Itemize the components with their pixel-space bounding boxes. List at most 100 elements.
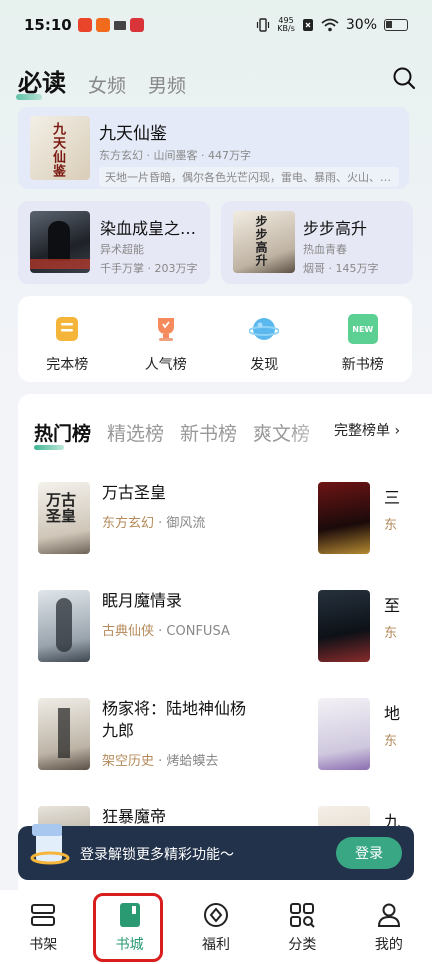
quick-link-finished[interactable]: 完本榜 [22, 296, 112, 382]
book-genre: 古典仙侠 [102, 624, 155, 639]
book-meta: 烟哥 · 145万字 [303, 262, 379, 275]
book-title: 步步高升 [303, 219, 368, 238]
rank-tabs: 热门榜 精选榜 新书榜 爽文榜 [34, 416, 326, 450]
book-meta: 千手万掌 · 203万字 [100, 262, 198, 275]
chevron-right-icon: › [394, 423, 401, 439]
nav-label: 福利 [202, 937, 231, 953]
quick-link-label: 新书榜 [341, 357, 384, 373]
book-title: 万古圣皇 [102, 483, 167, 502]
nav-profile[interactable]: 我的 [346, 890, 432, 964]
cover-title: 步步高升 [254, 215, 268, 267]
book-cover[interactable] [318, 590, 370, 662]
login-prompt: 登录解锁更多精彩功能～ [80, 847, 234, 863]
sim-icon [302, 19, 313, 31]
quick-link-label: 完本榜 [46, 357, 89, 373]
net-speed: 495 KB/s [277, 17, 295, 33]
bookshelf-icon [31, 904, 56, 926]
rank-book-item[interactable]: 万古 圣皇 万古圣皇 东方玄幻 · 御风流 [38, 482, 298, 562]
book-meta: 架空历史 · 烤蛤蟆去 [102, 754, 219, 769]
full-rank-label: 完整榜单 [334, 423, 390, 439]
book-cover: 步步高升 [233, 211, 295, 273]
book-author: CONFUSA [166, 624, 230, 639]
book-title: 染血成皇之… [100, 219, 197, 238]
quick-links: 完本榜 人气榜 发现 NEW 新书榜 [18, 296, 412, 382]
book-meta: 东方玄幻 · 山间墨客 · 447万字 [99, 149, 251, 162]
new-badge-icon: NEW [347, 314, 378, 344]
welfare-icon [204, 903, 229, 927]
mini-book-card[interactable]: 染血成皇之… 异术超能 千手万掌 · 203万字 [18, 201, 210, 284]
tab-new-rank[interactable]: 新书榜 [180, 419, 237, 446]
login-banner[interactable]: 登录解锁更多精彩功能～ 登录 [18, 824, 414, 880]
book-cover [30, 211, 90, 273]
status-time: 15:10 [24, 16, 72, 34]
book-genre: 架空历史 [102, 754, 155, 769]
category-icon [290, 903, 316, 928]
tab-female[interactable]: 女频 [88, 71, 126, 98]
book-cover[interactable] [318, 482, 370, 554]
status-right: 495 KB/s 30% [256, 17, 408, 33]
quick-link-discover[interactable]: 发现 [219, 296, 309, 382]
nav-label: 分类 [288, 937, 317, 953]
book-genre: 东 [384, 626, 398, 641]
book-title: 眠月魔情录 [102, 591, 183, 610]
nav-label: 书架 [29, 937, 58, 953]
tab-hot-rank[interactable]: 热门榜 [34, 419, 91, 450]
crown-icon [113, 20, 126, 30]
book-meta: 古典仙侠 · CONFUSA [102, 624, 230, 639]
battery-icon [384, 19, 408, 31]
tab-male[interactable]: 男频 [148, 71, 186, 98]
highlight-box [93, 893, 163, 962]
search-icon[interactable] [392, 66, 416, 90]
book-genre: 异术超能 [100, 243, 144, 256]
book-genre: 热血青春 [303, 243, 347, 256]
nav-welfare[interactable]: 福利 [173, 890, 259, 964]
book-title: 杨家将：陆地神仙杨九郎 [102, 699, 247, 740]
tab-selected-rank[interactable]: 精选榜 [107, 419, 164, 446]
book-genre: 东方玄幻 [102, 516, 155, 531]
wifi-icon [321, 18, 339, 32]
login-button[interactable]: 登录 [336, 837, 402, 869]
cover-title: 九天仙鉴 [50, 122, 65, 178]
quick-link-new-books[interactable]: NEW 新书榜 [318, 296, 408, 382]
nav-bookshelf[interactable]: 书架 [0, 890, 86, 964]
book-meta: 东方玄幻 · 御风流 [102, 516, 206, 531]
full-rank-link[interactable]: 完整榜单 › [332, 420, 401, 440]
nav-label: 我的 [374, 937, 403, 953]
app-notification-icon [95, 18, 110, 32]
finished-list-icon [56, 317, 79, 341]
book-genre: 东 [384, 518, 398, 533]
status-bar: 15:10 495 KB/s 30% [0, 0, 432, 50]
book-cover[interactable] [318, 698, 370, 770]
book-description: 天地一片昏暗，偶尔各色光芒闪现，雷电、暴雨、火山、沙漠…… [99, 167, 399, 187]
rank-book-item[interactable]: 眠月魔情录 古典仙侠 · CONFUSA [38, 590, 298, 670]
quick-link-popular[interactable]: 人气榜 [121, 296, 211, 382]
book-author: 烤蛤蟆去 [166, 754, 219, 769]
book-cover [38, 698, 90, 770]
gift-box-icon [30, 824, 70, 865]
battery-percent: 30% [345, 17, 377, 33]
bottom-nav: 书架 书城 福利 分类 我的 [0, 890, 432, 964]
app-notification-icon [77, 18, 92, 32]
featured-book-card[interactable]: 九天仙鉴 九天仙鉴 东方玄幻 · 山间墨客 · 447万字 天地一片昏暗，偶尔各… [18, 107, 409, 189]
book-cover: 九天仙鉴 [30, 116, 90, 180]
mini-book-card[interactable]: 步步高升 步步高升 热血青春 烟哥 · 145万字 [221, 201, 413, 284]
quick-link-label: 人气榜 [144, 357, 187, 373]
book-cover: 万古 圣皇 [38, 482, 90, 554]
new-badge-text: NEW [352, 324, 374, 334]
book-title: 至 [384, 596, 401, 615]
trophy-icon [157, 318, 174, 341]
book-title: 三 [384, 488, 401, 507]
nav-category[interactable]: 分类 [259, 890, 345, 964]
book-title: 狂暴魔帝 [102, 807, 167, 826]
quick-link-label: 发现 [250, 357, 279, 373]
profile-icon [377, 903, 400, 927]
rank-book-item[interactable]: 杨家将：陆地神仙杨九郎 架空历史 · 烤蛤蟆去 [38, 698, 298, 778]
vibrate-icon [257, 18, 270, 32]
net-speed-unit: KB/s [277, 24, 295, 33]
book-cover [38, 590, 90, 662]
app-notification-icon [129, 18, 144, 32]
book-title: 地 [384, 704, 401, 723]
planet-icon [249, 318, 280, 340]
tab-must-read[interactable]: 必读 [16, 63, 66, 100]
top-tabs: 必读 女频 男频 [16, 62, 414, 100]
